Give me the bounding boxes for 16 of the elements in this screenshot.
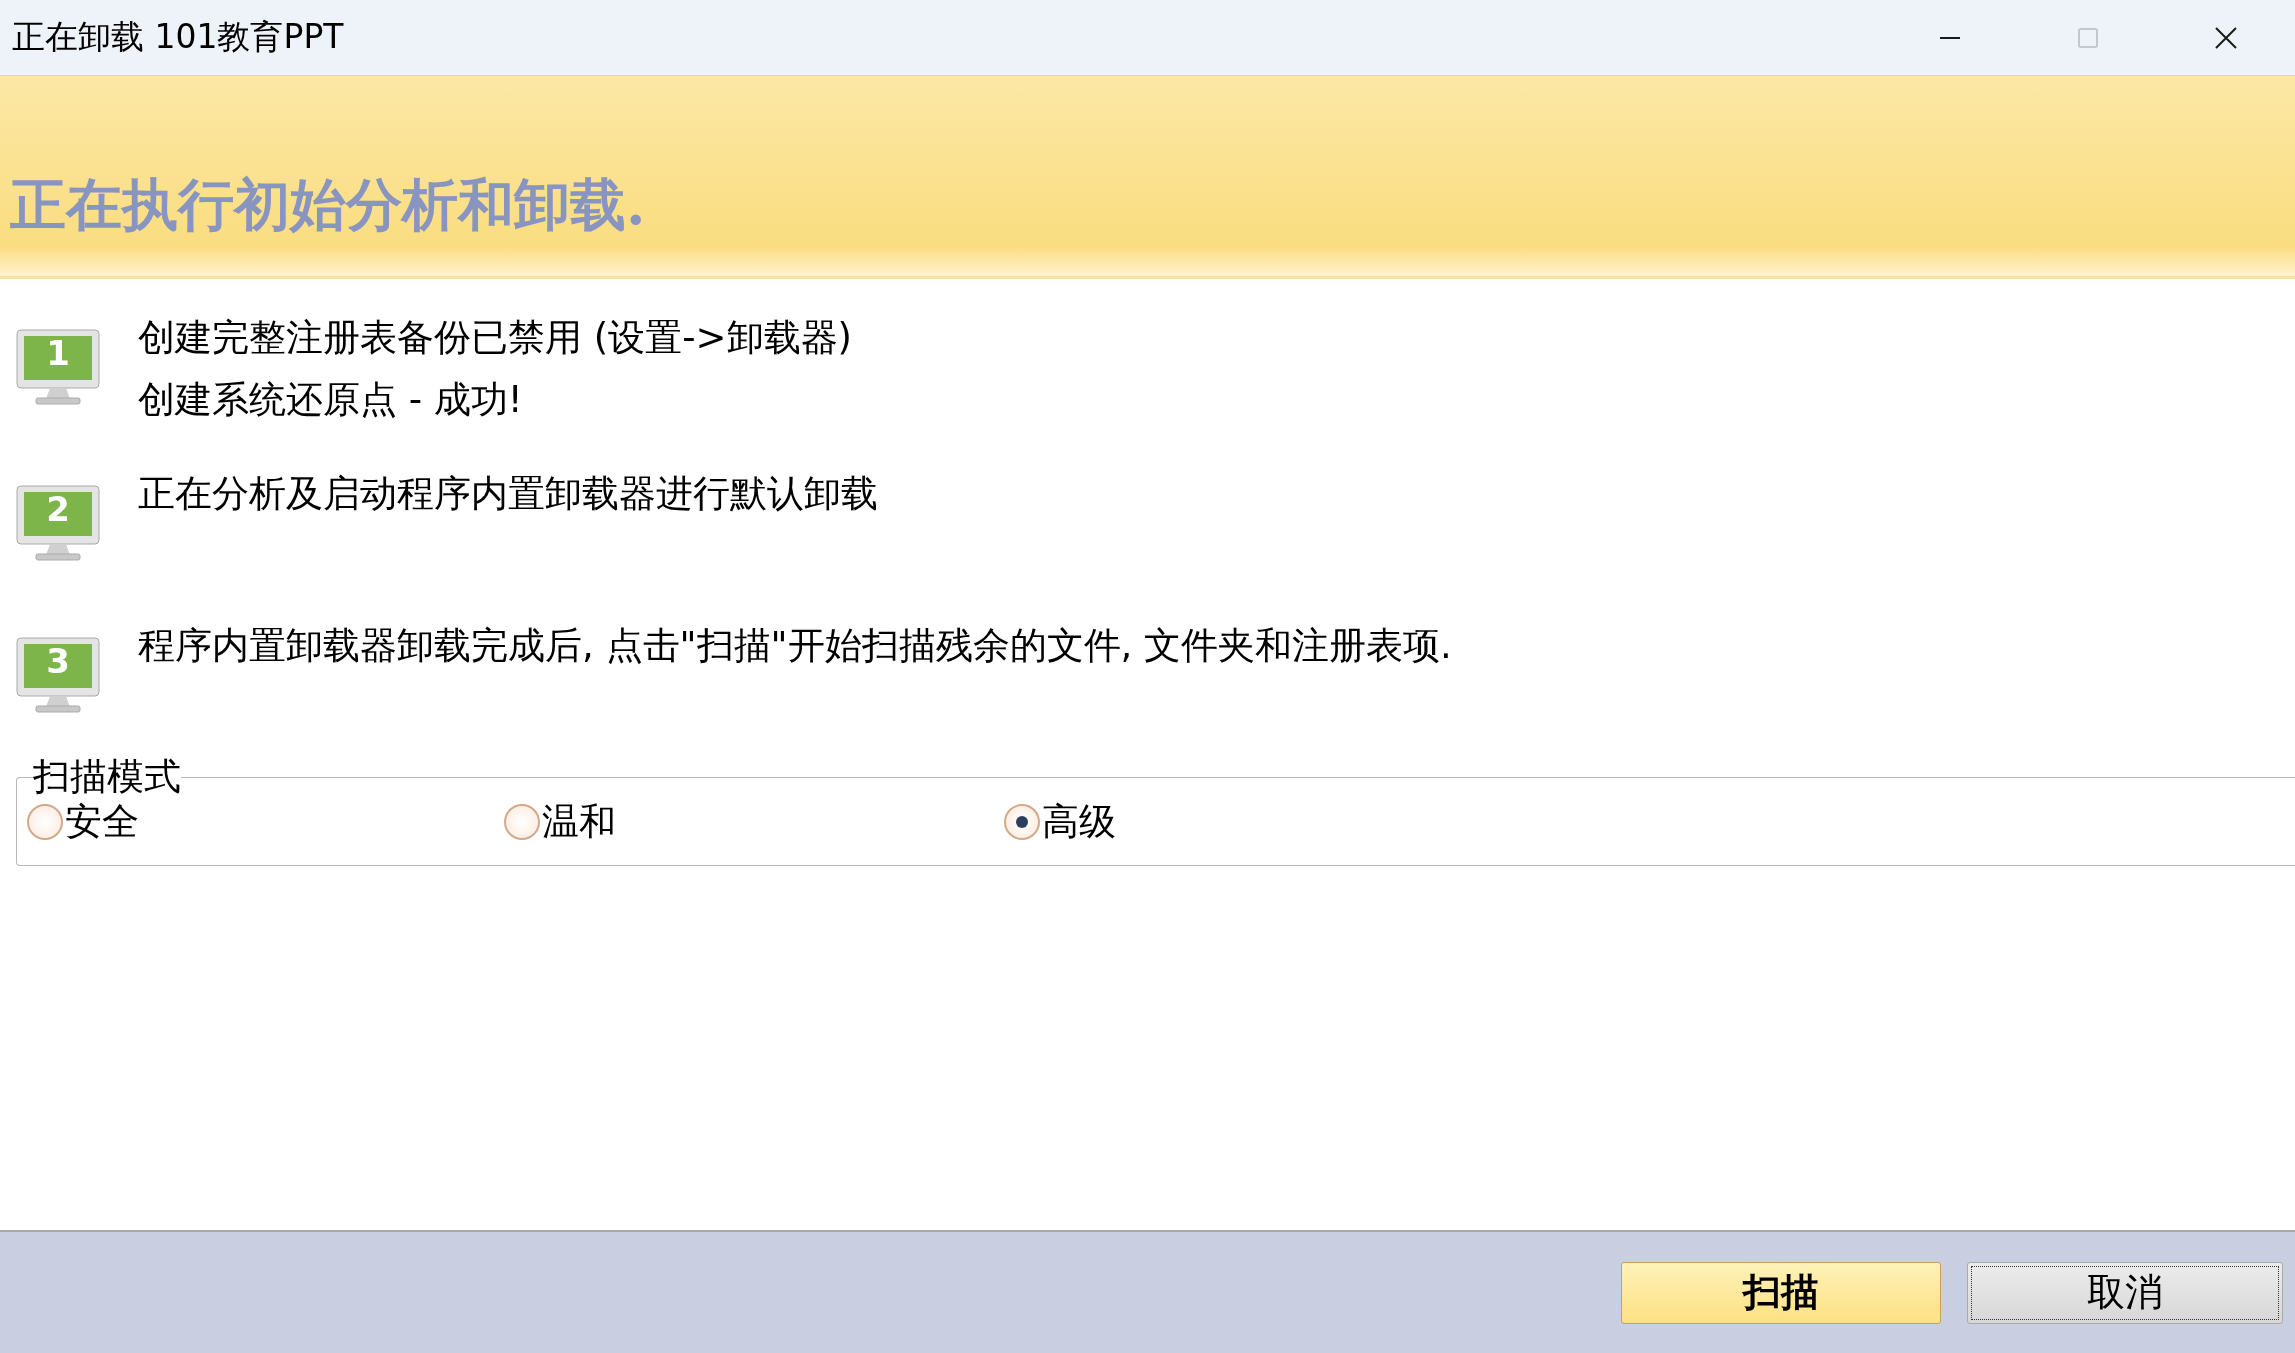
scan-button[interactable]: 扫描 <box>1621 1261 1941 1324</box>
step-text: 创建完整注册表备份已禁用 (设置->卸载器) <box>138 315 852 361</box>
step-text: 创建系统还原点 - 成功! <box>138 377 524 423</box>
step-text: 程序内置卸载器卸载完成后, 点击"扫描"开始扫描残余的文件, 文件夹和注册表项. <box>138 623 1452 669</box>
radio-option[interactable]: 高级 <box>1004 797 1116 847</box>
radio-icon[interactable] <box>27 804 63 840</box>
group-label: 扫描模式 <box>33 757 181 797</box>
window-title: 正在卸载 101教育PPT <box>11 16 345 58</box>
radio-icon[interactable] <box>1004 804 1040 840</box>
close-icon[interactable] <box>2215 26 2237 49</box>
radio-option[interactable]: 安全 <box>27 797 504 847</box>
cancel-button[interactable]: 取消 <box>1967 1261 2283 1324</box>
header-title: 正在执行初始分析和卸载. <box>9 170 646 239</box>
radio-option[interactable]: 温和 <box>504 797 1004 847</box>
step-text: 正在分析及启动程序内置卸载器进行默认卸载 <box>138 471 878 517</box>
radio-icon[interactable] <box>504 804 540 840</box>
